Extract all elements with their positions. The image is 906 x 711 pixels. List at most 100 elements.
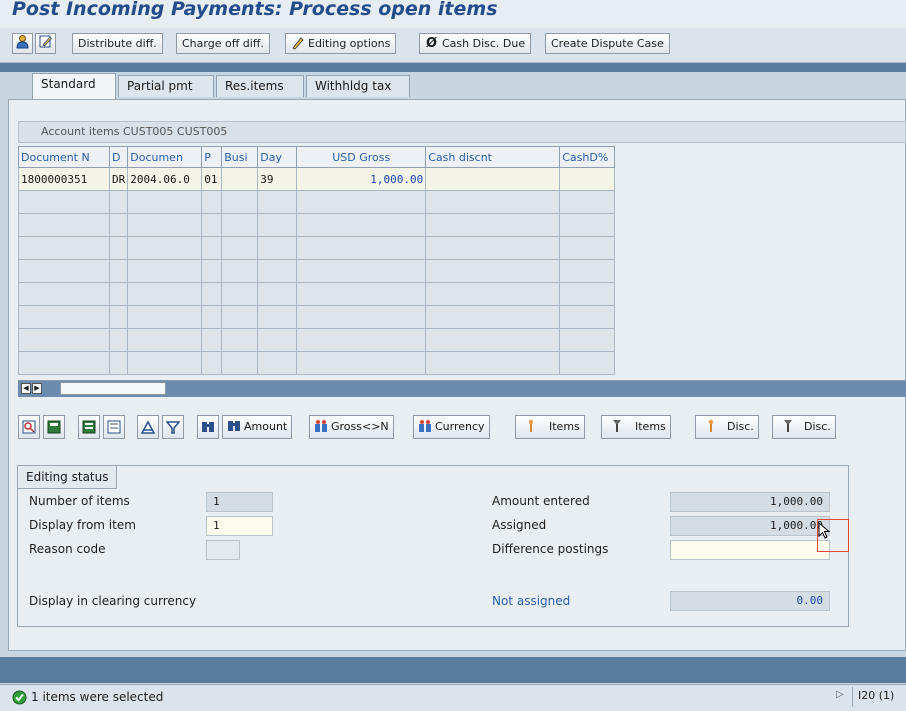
pencil-icon [291, 36, 305, 56]
scroll-right-icon[interactable]: ▶ [32, 383, 42, 394]
open-items-table: Document N D Documen P Busi Day USD Gros… [18, 146, 616, 375]
table-caption: Account items CUST005 CUST005 [18, 121, 906, 143]
table-cell: 01 [201, 167, 223, 191]
detail-icon[interactable] [18, 415, 40, 439]
currency-coins-icon [418, 419, 432, 433]
tab-withhldg-tax[interactable]: Withhldg tax [306, 75, 410, 97]
activate-pin-icon [704, 419, 718, 433]
choose-icon[interactable] [43, 415, 65, 439]
editing-options-label: Editing options [308, 37, 391, 50]
tab-standard[interactable]: Standard [32, 73, 116, 99]
table-row [18, 328, 616, 352]
table-cell: 1,000.00 [296, 167, 427, 191]
deactivate-pin-icon [781, 419, 795, 433]
display-from-item-label: Display from item [29, 518, 136, 532]
group-title: Editing status [18, 466, 118, 489]
binoculars-icon [227, 419, 241, 433]
cash-disc-due-label: Cash Disc. Due [442, 37, 526, 50]
charge-off-diff-button[interactable]: Charge off diff. [176, 33, 270, 54]
distribute-diff-button[interactable]: Distribute diff. [72, 33, 163, 54]
horizontal-scrollbar[interactable]: ◀ ▶ [18, 380, 906, 397]
header-separator [0, 63, 906, 72]
editing-options-button[interactable]: Editing options [285, 33, 397, 56]
table-row [18, 213, 616, 237]
column-header[interactable]: Documen [127, 146, 203, 168]
title-bar: Post Incoming Payments: Process open ite… [0, 0, 906, 28]
column-header[interactable]: P [201, 146, 223, 168]
create-dispute-case-button[interactable]: Create Dispute Case [545, 33, 670, 54]
column-header[interactable]: D [108, 146, 129, 168]
tab-partial-pmt[interactable]: Partial pmt [118, 75, 214, 97]
table-row [18, 282, 616, 306]
not-assigned-field: 0.00 [670, 591, 830, 611]
items-label: Items [549, 420, 580, 433]
not-assigned-label[interactable]: Not assigned [492, 594, 570, 608]
currency-label: Currency [435, 420, 485, 433]
mouse-pointer-icon [818, 522, 831, 539]
column-header[interactable]: Day [257, 146, 298, 168]
table-cell: 1800000351 [18, 167, 110, 191]
gross-net-label: Gross<>N [331, 420, 389, 433]
currency-button[interactable]: Currency [413, 415, 490, 439]
difference-postings-field[interactable] [670, 540, 830, 560]
cash-discount-input[interactable] [425, 167, 561, 191]
amount-entered-label: Amount entered [492, 494, 590, 508]
table-row [18, 305, 616, 329]
scroll-thumb[interactable] [60, 382, 166, 395]
disc-label: Disc. [727, 420, 754, 433]
tab-res-items[interactable]: Res.items [216, 75, 304, 97]
column-header[interactable]: USD Gross [296, 146, 427, 168]
table-cell: DR [108, 167, 129, 191]
column-header[interactable]: Busi [221, 146, 259, 168]
table-cell [221, 167, 259, 191]
number-of-items-field: 1 [206, 492, 273, 512]
table-row [18, 236, 616, 260]
amount-entered-field: 1,000.00 [670, 492, 830, 512]
column-header[interactable]: Document N [18, 146, 110, 168]
filter-icon[interactable] [162, 415, 184, 439]
items-label: Items [635, 420, 666, 433]
cash-discount-percent-input[interactable] [559, 167, 616, 191]
assigned-field: 1,000.00 [670, 516, 830, 536]
status-expand-icon[interactable]: ▷ [836, 689, 844, 700]
number-of-items-label: Number of items [29, 494, 130, 508]
application-toolbar: Distribute diff. Charge off diff. Editin… [0, 28, 906, 63]
deselect-all-icon[interactable] [103, 415, 125, 439]
disc-label: Disc. [804, 420, 831, 433]
amount-search-button[interactable]: Amount [222, 415, 293, 439]
table-cell: 2004.06.0 [127, 167, 203, 191]
cash-disc-due-button[interactable]: Ø Cash Disc. Due [419, 33, 532, 54]
reason-code-input[interactable] [206, 540, 240, 560]
activate-pin-icon [524, 419, 538, 433]
table-cell: 39 [257, 167, 298, 191]
deactivate-disc-button[interactable]: Disc. [772, 415, 836, 439]
column-header[interactable]: CashD% [559, 146, 616, 168]
empty-set-icon: Ø [426, 36, 438, 51]
person-icon[interactable] [12, 33, 33, 54]
activate-disc-button[interactable]: Disc. [695, 415, 759, 439]
system-info[interactable]: I20 (1) [852, 687, 894, 707]
page-title: Post Incoming Payments: Process open ite… [12, 0, 498, 20]
deactivate-items-button[interactable]: Items [601, 415, 671, 439]
amount-label: Amount [244, 420, 288, 433]
table-row [18, 190, 616, 214]
table-row[interactable]: 1800000351 DR 2004.06.0 01 39 1,000.00 [18, 167, 616, 191]
success-check-icon [12, 690, 27, 705]
difference-postings-label: Difference postings [492, 542, 609, 556]
gross-net-button[interactable]: Gross<>N [309, 415, 394, 439]
display-clearing-currency-label[interactable]: Display in clearing currency [29, 594, 196, 608]
table-row [18, 351, 616, 375]
select-all-icon[interactable] [78, 415, 100, 439]
display-from-item-input[interactable]: 1 [206, 516, 273, 536]
activate-items-button[interactable]: Items [515, 415, 585, 439]
search-icon[interactable] [197, 415, 219, 439]
edit-pencil-icon[interactable] [35, 33, 56, 54]
deactivate-pin-icon [610, 419, 624, 433]
currency-coins-icon [314, 419, 328, 433]
column-header[interactable]: Cash discnt [425, 146, 561, 168]
sort-ascending-icon[interactable] [137, 415, 159, 439]
reason-code-label: Reason code [29, 542, 106, 556]
table-row [18, 259, 616, 283]
table-header-row: Document N D Documen P Busi Day USD Gros… [18, 146, 616, 168]
scroll-left-icon[interactable]: ◀ [21, 383, 31, 394]
